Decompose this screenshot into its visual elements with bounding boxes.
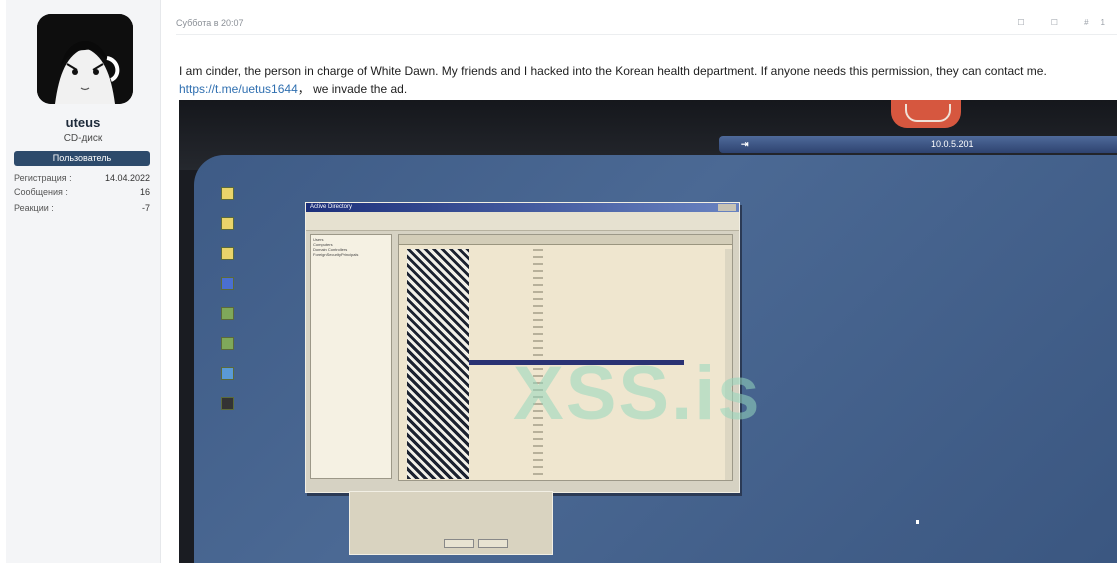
remote-ip: 10.0.5.201 xyxy=(931,139,974,149)
stat-label: Регистрация : xyxy=(14,173,72,183)
post-text-end: ， we invade the ad. xyxy=(297,82,408,96)
avatar-image xyxy=(37,14,133,104)
avatar[interactable] xyxy=(37,14,133,104)
desktop-icon xyxy=(209,367,245,382)
desktop-icon xyxy=(209,307,245,322)
post-tools[interactable]: ☐ ☐ #1 xyxy=(1017,18,1117,27)
dialog-window xyxy=(349,491,553,555)
folder-icon xyxy=(220,247,234,260)
browser-icon xyxy=(220,367,234,380)
computer-icon xyxy=(220,277,234,290)
post-photo[interactable]: ⇥ 10.0.5.201 Active Directory Users Comp… xyxy=(179,100,1117,563)
remote-desktop-bar: ⇥ 10.0.5.201 xyxy=(719,136,1117,153)
folder-icon xyxy=(220,187,234,200)
username[interactable]: uteus xyxy=(6,115,160,130)
dialog-button xyxy=(478,539,508,548)
network-icon xyxy=(220,307,234,320)
wall-sign xyxy=(891,100,961,128)
user-panel: uteus CD-диск Пользователь Регистрация :… xyxy=(6,0,161,563)
folder-icon xyxy=(220,217,234,230)
window-titlebar: Active Directory xyxy=(306,203,739,212)
desktop-icon xyxy=(209,277,245,292)
window-controls xyxy=(718,204,736,211)
window-toolbar xyxy=(306,212,739,231)
active-directory-window: Active Directory Users Computers Domain … xyxy=(305,202,740,493)
network-icon xyxy=(220,337,234,350)
watermark: XSS.is xyxy=(513,351,762,436)
desktop-icon xyxy=(209,217,245,232)
list-header xyxy=(399,235,732,245)
mouse-cursor xyxy=(916,520,919,524)
post-text: I am cinder, the person in charge of Whi… xyxy=(179,64,1047,78)
stat-registration: Регистрация : 14.04.2022 xyxy=(14,173,150,183)
tree-item: ForeignSecurityPrincipals xyxy=(313,252,359,257)
stat-reactions: Реакции : -7 xyxy=(14,203,150,213)
stat-label: Сообщения : xyxy=(14,187,68,197)
stat-messages: Сообщения : 16 xyxy=(14,187,150,197)
directory-tree: Users Computers Domain Controllers Forei… xyxy=(310,234,392,479)
user-role-badge: Пользователь xyxy=(14,151,150,166)
stat-value: 14.04.2022 xyxy=(104,173,150,183)
desktop-icon xyxy=(209,187,245,202)
stat-value: -7 xyxy=(141,203,150,213)
telegram-link[interactable]: https://t.me/uetus1644 xyxy=(179,82,298,96)
user-title: CD-диск xyxy=(63,133,103,144)
post-body: I am cinder, the person in charge of Whi… xyxy=(179,62,1114,98)
redacted-names xyxy=(407,249,469,479)
post-date[interactable]: Суббота в 20:07 xyxy=(176,18,244,28)
pin-icon: ⇥ xyxy=(741,139,749,149)
desktop-icon xyxy=(209,397,245,412)
stat-value: 16 xyxy=(139,187,150,197)
shortcut-icon xyxy=(220,397,234,410)
stat-label: Реакции : xyxy=(14,203,54,213)
desktop-icon xyxy=(209,337,245,352)
post-header: Суббота в 20:07 ☐ ☐ #1 xyxy=(176,14,1117,35)
dialog-button xyxy=(444,539,474,548)
desktop-icon xyxy=(209,247,245,262)
